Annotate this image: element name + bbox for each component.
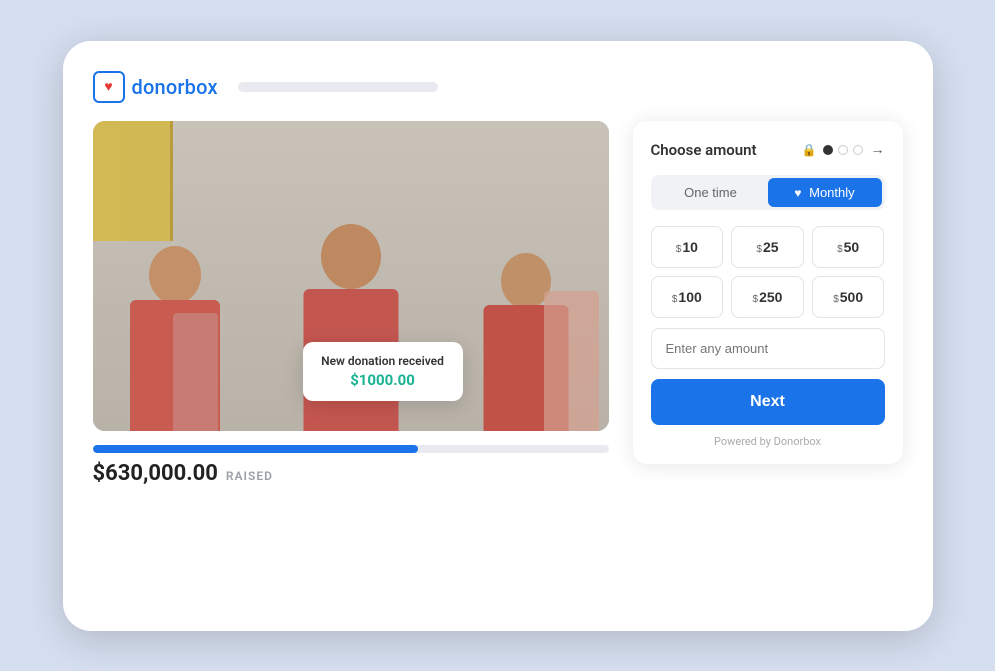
next-arrow-icon: → bbox=[871, 141, 885, 158]
amount-btn-100[interactable]: $100 bbox=[651, 276, 724, 318]
amount-btn-25[interactable]: $25 bbox=[731, 226, 804, 268]
device-frame: ♥ donorbox bbox=[63, 41, 933, 631]
amount-btn-250[interactable]: $250 bbox=[731, 276, 804, 318]
monthly-heart-icon: ♥ bbox=[794, 186, 801, 200]
one-time-button[interactable]: One time bbox=[654, 178, 768, 207]
main-content: New donation received $1000.00 $630,000.… bbox=[93, 121, 903, 486]
raised-label: RAISED bbox=[226, 469, 273, 483]
left-panel: New donation received $1000.00 $630,000.… bbox=[93, 121, 609, 486]
progress-bar-background bbox=[93, 445, 609, 453]
step-dot-1 bbox=[823, 145, 833, 155]
amount-value-1: 25 bbox=[763, 239, 779, 255]
logo: ♥ donorbox bbox=[93, 71, 218, 103]
choose-amount-label: Choose amount bbox=[651, 141, 757, 159]
notification-popup: New donation received $1000.00 bbox=[303, 342, 463, 401]
progress-area: $630,000.00 RAISED bbox=[93, 445, 609, 486]
step-dots bbox=[823, 145, 863, 155]
progress-bar-fill bbox=[93, 445, 418, 453]
card-header: Choose amount 🔒 → bbox=[651, 141, 885, 159]
next-button[interactable]: Next bbox=[651, 379, 885, 425]
step-dot-2 bbox=[838, 145, 848, 155]
header-bar bbox=[238, 82, 438, 92]
notification-amount: $1000.00 bbox=[321, 371, 445, 389]
amount-btn-10[interactable]: $10 bbox=[651, 226, 724, 268]
currency-symbol-2: $ bbox=[837, 244, 843, 255]
kid-bg-right bbox=[544, 291, 599, 431]
custom-amount-input[interactable] bbox=[651, 328, 885, 369]
right-panel: Choose amount 🔒 → One time bbox=[633, 121, 903, 464]
head-left bbox=[149, 246, 201, 304]
amount-btn-500[interactable]: $500 bbox=[812, 276, 885, 318]
amount-btn-50[interactable]: $50 bbox=[812, 226, 885, 268]
amount-value-5: 500 bbox=[840, 289, 863, 305]
monthly-button[interactable]: ♥ Monthly bbox=[768, 178, 882, 207]
amount-value-0: 10 bbox=[682, 239, 698, 255]
head-center bbox=[321, 224, 381, 289]
amount-value-4: 250 bbox=[759, 289, 782, 305]
amount-value-2: 50 bbox=[844, 239, 860, 255]
frequency-toggle: One time ♥ Monthly bbox=[651, 175, 885, 210]
kid-bg-left bbox=[173, 313, 218, 431]
campaign-image: New donation received $1000.00 bbox=[93, 121, 609, 431]
lock-icon: 🔒 bbox=[802, 143, 817, 157]
currency-symbol-4: $ bbox=[753, 294, 759, 305]
currency-symbol-3: $ bbox=[672, 294, 678, 305]
donation-card: Choose amount 🔒 → One time bbox=[633, 121, 903, 464]
amount-grid: $10 $25 $50 $100 $250 $500 bbox=[651, 226, 885, 318]
card-header-icons: 🔒 → bbox=[802, 141, 885, 158]
amount-value-3: 100 bbox=[678, 289, 701, 305]
logo-heart-icon: ♥ bbox=[104, 78, 112, 95]
step-dot-3 bbox=[853, 145, 863, 155]
notification-title: New donation received bbox=[321, 354, 445, 368]
currency-symbol-5: $ bbox=[833, 294, 839, 305]
progress-labels: $630,000.00 RAISED bbox=[93, 461, 609, 486]
powered-by: Powered by Donorbox bbox=[651, 435, 885, 448]
header: ♥ donorbox bbox=[93, 71, 903, 103]
logo-text: donorbox bbox=[132, 75, 218, 99]
raised-amount: $630,000.00 bbox=[93, 461, 218, 486]
currency-symbol-0: $ bbox=[676, 244, 682, 255]
logo-icon: ♥ bbox=[93, 71, 125, 103]
monthly-label: Monthly bbox=[809, 185, 855, 200]
currency-symbol-1: $ bbox=[756, 244, 762, 255]
